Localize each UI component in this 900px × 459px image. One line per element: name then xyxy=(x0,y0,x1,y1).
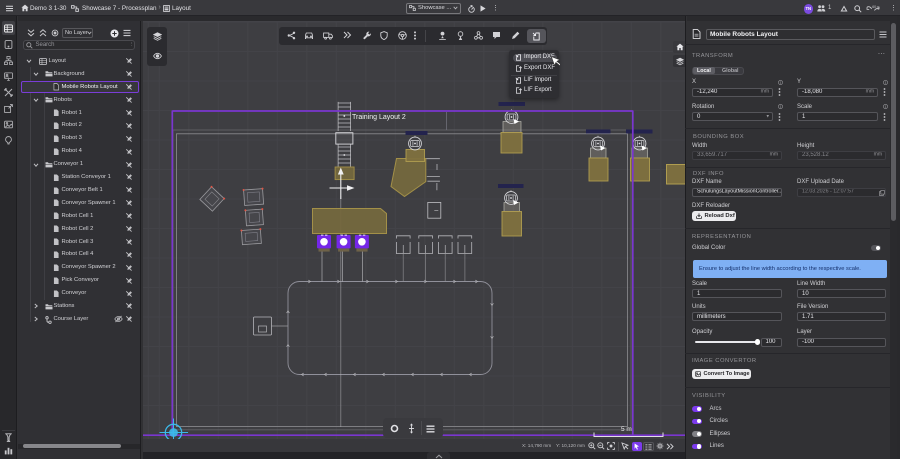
svg-text:60: 60 xyxy=(872,5,876,9)
